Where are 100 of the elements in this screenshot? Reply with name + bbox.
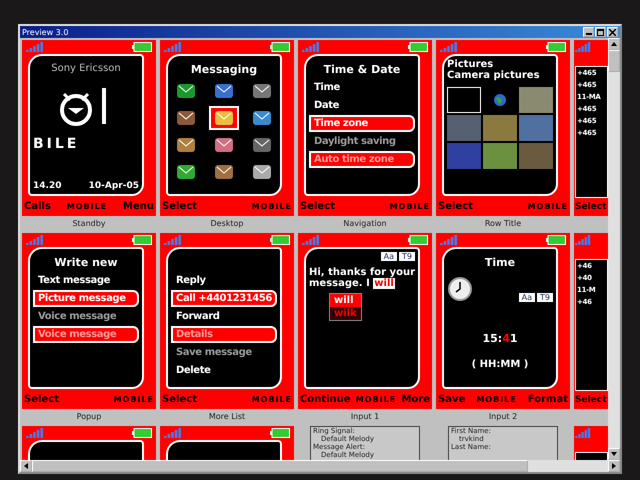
battery-icon xyxy=(270,428,290,438)
app-icon xyxy=(251,136,273,154)
app-icon xyxy=(213,163,235,181)
photo-placeholder[interactable] xyxy=(447,87,481,113)
app-icon xyxy=(251,163,273,181)
minimize-button[interactable] xyxy=(583,27,594,37)
menu-item[interactable]: Picture message xyxy=(33,290,139,307)
brand-logo: MOBILE xyxy=(114,394,154,404)
brand-logo: MOBILE xyxy=(476,394,517,404)
operator-name: Sony Ericsson xyxy=(51,63,121,74)
screen-title: Messaging xyxy=(190,63,258,76)
time-format: ( HH:MM ) xyxy=(472,359,528,370)
signal-icon xyxy=(440,42,458,52)
menu-item[interactable]: Text message xyxy=(33,272,139,289)
left-softkey[interactable]: Select xyxy=(438,200,473,212)
left-softkey[interactable]: Select xyxy=(24,394,59,404)
input-mode-indicator: Aa xyxy=(380,252,398,261)
signal-icon xyxy=(164,42,182,52)
vertical-scrollbar[interactable] xyxy=(608,38,620,460)
screen-subtitle: Camera pictures xyxy=(447,70,540,81)
left-softkey[interactable]: Select xyxy=(575,391,608,409)
date-text: 10-Apr-05 xyxy=(88,181,139,191)
menu-item[interactable]: Time xyxy=(309,79,415,96)
screen-caption: Standby xyxy=(72,219,106,228)
right-softkey[interactable]: More xyxy=(401,394,430,404)
battery-icon xyxy=(270,42,290,52)
input-mode-indicator: T9 xyxy=(399,252,415,261)
signal-icon xyxy=(164,235,182,245)
app-icon xyxy=(213,82,235,100)
left-softkey[interactable]: Calls xyxy=(24,200,51,212)
menu-item[interactable]: Call +4401231456 xyxy=(171,290,277,307)
battery-icon xyxy=(132,42,152,52)
left-softkey[interactable]: Save xyxy=(438,394,466,404)
menu-item[interactable]: Forward xyxy=(171,308,277,325)
wallpaper-text: BILE xyxy=(33,136,80,152)
app-icon xyxy=(213,109,235,127)
battery-icon xyxy=(546,42,566,52)
input-mode-indicator: T9 xyxy=(537,293,553,302)
left-softkey[interactable]: Select xyxy=(575,198,608,216)
left-softkey[interactable]: Continue xyxy=(300,394,351,404)
left-softkey[interactable]: Select xyxy=(162,200,197,212)
battery-icon xyxy=(132,235,152,245)
menu-item[interactable]: Reply xyxy=(171,272,277,289)
battery-icon xyxy=(408,235,428,245)
signal-icon xyxy=(575,428,591,438)
signal-icon xyxy=(26,428,44,438)
clock-icon xyxy=(447,276,473,302)
arrow-down-icon xyxy=(611,452,617,456)
scroll-up-button[interactable] xyxy=(608,38,620,50)
input-mode-indicator: Aa xyxy=(518,293,536,302)
brand-logo: MOBILE xyxy=(252,394,292,404)
maximize-icon xyxy=(597,28,604,36)
screen-title: Time & Date xyxy=(324,63,400,76)
suggestion-item[interactable]: wilk xyxy=(330,307,361,320)
battery-icon xyxy=(546,235,566,245)
signal-icon xyxy=(575,42,591,52)
right-softkey[interactable]: Format xyxy=(528,394,568,404)
signal-icon xyxy=(440,235,458,245)
right-softkey[interactable]: Menu xyxy=(123,200,154,212)
clock-text: 14.20 xyxy=(33,181,62,191)
app-icon xyxy=(175,109,197,127)
scroll-right-button[interactable] xyxy=(608,460,620,472)
signal-icon xyxy=(302,235,320,245)
brand-logo: MOBILE xyxy=(390,202,430,210)
signal-icon xyxy=(302,42,320,52)
window-title: Preview 3.0 xyxy=(22,28,68,36)
screen-title: Write new xyxy=(54,256,118,269)
close-button[interactable] xyxy=(607,27,618,37)
scroll-thumb[interactable] xyxy=(32,460,528,472)
scroll-thumb[interactable] xyxy=(608,50,620,72)
menu-item[interactable]: Date xyxy=(309,97,415,114)
app-icon xyxy=(251,82,273,100)
app-icon xyxy=(175,163,197,181)
message-text: Hi, thanks for your message. I will xyxy=(309,267,415,289)
screen-title: Time xyxy=(484,256,516,269)
screen-caption: Input 2 xyxy=(488,412,518,421)
globe-icon xyxy=(493,93,507,107)
arrow-left-icon xyxy=(24,463,28,469)
maximize-button[interactable] xyxy=(595,27,606,37)
suggestion-item[interactable]: will xyxy=(330,294,361,307)
arrow-up-icon xyxy=(611,42,617,46)
app-icon xyxy=(213,136,235,154)
time-value: 15:41 xyxy=(482,332,518,345)
arrow-right-icon xyxy=(612,463,616,469)
screen-caption: Navigation xyxy=(343,219,387,228)
left-softkey[interactable]: Select xyxy=(162,394,197,404)
screen-caption: More List xyxy=(208,412,246,421)
menu-item[interactable]: Time zone xyxy=(309,115,415,132)
signal-icon xyxy=(164,428,182,438)
brand-logo: MOBILE xyxy=(356,394,396,404)
app-icon xyxy=(175,136,197,154)
scroll-left-button[interactable] xyxy=(20,460,32,472)
app-icon xyxy=(251,109,273,127)
menu-item[interactable]: Delete xyxy=(171,362,277,379)
screen-title: Pictures xyxy=(447,59,494,70)
scroll-down-button[interactable] xyxy=(608,448,620,460)
horizontal-scrollbar[interactable] xyxy=(20,460,620,472)
left-softkey[interactable]: Select xyxy=(300,200,335,212)
app-icon xyxy=(175,82,197,100)
screen-caption: Row Title xyxy=(484,219,522,228)
